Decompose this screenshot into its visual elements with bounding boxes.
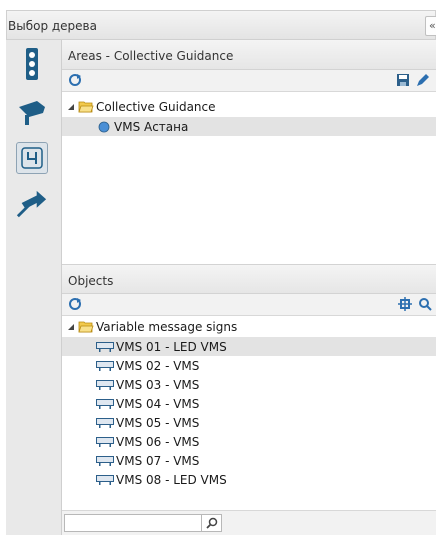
- main-panel: Areas - Collective Guidance Collective G…: [62, 40, 436, 535]
- object-item-vms-05[interactable]: VMS 05 - VMS: [62, 413, 436, 432]
- vms-sign-icon: [96, 360, 114, 371]
- camera-tool[interactable]: [16, 96, 48, 128]
- area-dot-icon: [98, 121, 110, 132]
- refresh-icon[interactable]: [68, 73, 82, 87]
- objects-toolbar: [62, 294, 436, 316]
- search-bar: [62, 510, 436, 535]
- area-item-vms-astana[interactable]: VMS Астана: [62, 117, 436, 136]
- vms-sign-icon: [96, 417, 114, 428]
- save-icon[interactable]: [396, 73, 410, 87]
- object-item-vms-07[interactable]: VMS 07 - VMS: [62, 451, 436, 470]
- objects-root-row[interactable]: Variable message signs: [62, 317, 436, 336]
- object-item-label: VMS 06 - VMS: [116, 434, 200, 449]
- vms-sign-icon: [96, 436, 114, 447]
- areas-title: Areas - Collective Guidance: [68, 49, 234, 63]
- object-item-vms-02[interactable]: VMS 02 - VMS: [62, 356, 436, 375]
- object-item-label: VMS 05 - VMS: [116, 415, 200, 430]
- expand-arrow-icon[interactable]: [68, 323, 76, 331]
- vms-sign-icon: [96, 398, 114, 409]
- object-item-vms-01[interactable]: VMS 01 - LED VMS: [62, 337, 436, 356]
- vms-sign-icon: [96, 341, 114, 352]
- left-toolbar: [6, 40, 62, 535]
- locate-icon[interactable]: [398, 297, 412, 311]
- area-item-label: VMS Астана: [114, 119, 189, 134]
- traffic-light-icon: [26, 48, 38, 80]
- tree-selector-header: Выбор дерева «: [6, 10, 436, 40]
- search-icon: [205, 517, 217, 529]
- panel-title: Выбор дерева: [8, 19, 97, 33]
- collapse-button[interactable]: «: [425, 16, 436, 36]
- object-item-label: VMS 07 - VMS: [116, 453, 200, 468]
- object-item-label: VMS 08 - LED VMS: [116, 472, 227, 487]
- areas-root-label: Collective Guidance: [96, 99, 216, 114]
- areas-root-row[interactable]: Collective Guidance: [62, 97, 436, 116]
- search-button[interactable]: [202, 514, 222, 532]
- object-item-vms-04[interactable]: VMS 04 - VMS: [62, 394, 436, 413]
- object-item-vms-03[interactable]: VMS 03 - VMS: [62, 375, 436, 394]
- areas-tree-empty-space: [62, 137, 436, 267]
- expand-arrow-icon[interactable]: [68, 103, 76, 111]
- folder-open-icon: [78, 321, 94, 333]
- objects-root-label: Variable message signs: [96, 319, 238, 334]
- folder-open-icon: [78, 101, 94, 113]
- lane-sign-icon: [21, 147, 43, 169]
- object-item-label: VMS 03 - VMS: [116, 377, 200, 392]
- areas-header: Areas - Collective Guidance: [62, 40, 436, 70]
- lane-sign-tool[interactable]: [16, 142, 48, 174]
- vms-sign-icon: [96, 379, 114, 390]
- vms-sign-icon: [96, 455, 114, 466]
- object-item-label: VMS 01 - LED VMS: [116, 339, 227, 354]
- direction-sign-icon: [16, 190, 47, 218]
- object-item-vms-08[interactable]: VMS 08 - LED VMS: [62, 470, 436, 489]
- vms-sign-icon: [96, 474, 114, 485]
- object-item-vms-06[interactable]: VMS 06 - VMS: [62, 432, 436, 451]
- objects-header: Objects: [62, 264, 436, 294]
- traffic-light-tool[interactable]: [16, 48, 48, 80]
- object-item-label: VMS 02 - VMS: [116, 358, 200, 373]
- refresh-icon[interactable]: [68, 297, 82, 311]
- camera-icon: [19, 101, 45, 125]
- search-input[interactable]: [64, 514, 202, 532]
- direction-sign-tool[interactable]: [16, 188, 48, 220]
- areas-toolbar: [62, 70, 436, 92]
- object-item-label: VMS 04 - VMS: [116, 396, 200, 411]
- objects-title: Objects: [68, 274, 114, 288]
- edit-icon[interactable]: [416, 73, 430, 87]
- zoom-icon[interactable]: [418, 297, 432, 311]
